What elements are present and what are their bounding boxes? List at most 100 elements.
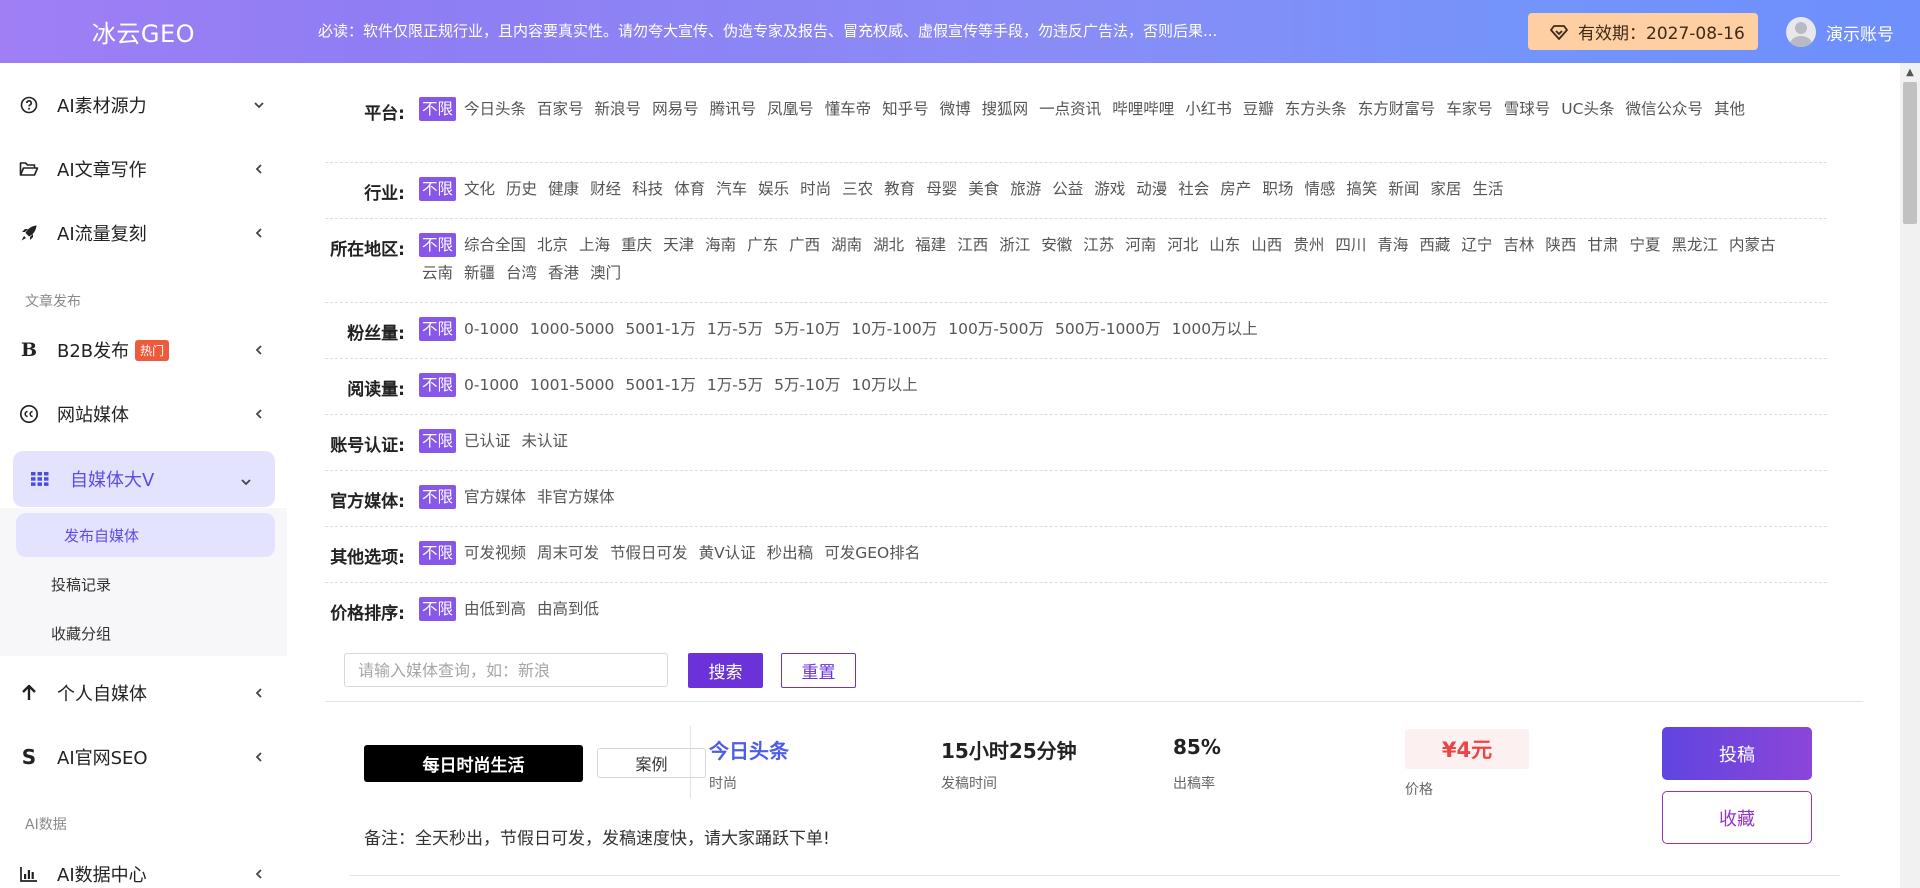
filter-option[interactable]: 历史 — [503, 177, 540, 201]
filter-option[interactable]: 5万-10万 — [771, 373, 843, 397]
filter-option[interactable]: 湖北 — [870, 233, 907, 257]
filter-option-selected[interactable]: 不限 — [419, 485, 457, 509]
filter-option[interactable]: 微信公众号 — [1622, 97, 1706, 121]
filter-option[interactable]: 周末可发 — [534, 541, 602, 565]
filter-option[interactable]: 情感 — [1301, 177, 1338, 201]
sidebar-item-personal-media[interactable]: 个人自媒体 — [0, 661, 287, 725]
filter-option[interactable]: 1000-5000 — [527, 317, 618, 341]
filter-option[interactable]: 上海 — [576, 233, 613, 257]
filter-option[interactable]: 科技 — [629, 177, 666, 201]
filter-option[interactable]: 东方财富号 — [1355, 97, 1439, 121]
filter-option[interactable]: 雪球号 — [1501, 97, 1554, 121]
filter-option[interactable]: 吉林 — [1500, 233, 1537, 257]
filter-option[interactable]: 其他 — [1711, 97, 1748, 121]
filter-option[interactable]: 河北 — [1164, 233, 1201, 257]
filter-option[interactable]: 江苏 — [1080, 233, 1117, 257]
filter-option[interactable]: 车家号 — [1443, 97, 1496, 121]
filter-option[interactable]: 综合全国 — [461, 233, 529, 257]
filter-option[interactable]: 10万-100万 — [848, 317, 940, 341]
filter-option[interactable]: 文化 — [461, 177, 498, 201]
filter-option[interactable]: 重庆 — [618, 233, 655, 257]
filter-option[interactable]: 新疆 — [461, 261, 498, 285]
filter-option[interactable]: 5001-1万 — [622, 373, 698, 397]
filter-option[interactable]: 青海 — [1374, 233, 1411, 257]
filter-option[interactable]: 房产 — [1217, 177, 1254, 201]
filter-option[interactable]: 5万-10万 — [771, 317, 843, 341]
filter-option[interactable]: 健康 — [545, 177, 582, 201]
scroll-thumb[interactable] — [1903, 82, 1917, 224]
submenu-item-favorites[interactable]: 收藏分组 — [51, 623, 111, 644]
filter-option[interactable]: 黄V认证 — [696, 541, 759, 565]
filter-option[interactable]: 广东 — [744, 233, 781, 257]
filter-option[interactable]: 福建 — [912, 233, 949, 257]
filter-option[interactable]: 秒出稿 — [764, 541, 817, 565]
filter-option[interactable]: 知乎号 — [879, 97, 932, 121]
filter-option[interactable]: 哔哩哔哩 — [1109, 97, 1177, 121]
filter-option[interactable]: 教育 — [881, 177, 918, 201]
filter-option[interactable]: 凤凰号 — [764, 97, 817, 121]
filter-option[interactable]: 可发视频 — [461, 541, 529, 565]
filter-option[interactable]: 黑龙江 — [1668, 233, 1721, 257]
filter-option[interactable]: 小红书 — [1182, 97, 1235, 121]
sidebar-item-ai-material[interactable]: AI素材源力 — [0, 73, 287, 137]
filter-option-selected[interactable]: 不限 — [419, 97, 457, 121]
filter-option[interactable]: 搜狐网 — [979, 97, 1032, 121]
filter-option[interactable]: 新浪号 — [592, 97, 645, 121]
filter-option[interactable]: 江西 — [954, 233, 991, 257]
filter-option[interactable]: 1000万以上 — [1169, 317, 1261, 341]
filter-option[interactable]: 山东 — [1206, 233, 1243, 257]
filter-option[interactable]: 可发GEO排名 — [821, 541, 923, 565]
filter-option[interactable]: 一点资讯 — [1036, 97, 1104, 121]
submenu-item-submissions[interactable]: 投稿记录 — [51, 574, 111, 595]
filter-option[interactable]: 1001-5000 — [527, 373, 618, 397]
sidebar-item-seo[interactable]: S AI官网SEO — [0, 725, 287, 789]
filter-option[interactable]: 宁夏 — [1626, 233, 1663, 257]
page-scrollbar[interactable]: ▲ — [1900, 63, 1920, 888]
filter-option[interactable]: 新闻 — [1385, 177, 1422, 201]
submenu-item-publish-self-media[interactable] — [16, 513, 275, 557]
account-menu[interactable]: 演示账号 — [1786, 16, 1894, 48]
filter-option[interactable]: 懂车帝 — [822, 97, 875, 121]
filter-option[interactable]: 家居 — [1427, 177, 1464, 201]
filter-option[interactable]: 生活 — [1469, 177, 1506, 201]
filter-option[interactable]: 汽车 — [713, 177, 750, 201]
filter-option[interactable]: 东方头条 — [1282, 97, 1350, 121]
filter-option-selected[interactable]: 不限 — [419, 177, 457, 201]
sidebar-item-self-media[interactable]: 自媒体大V — [13, 451, 275, 507]
favorite-button[interactable]: 收藏 — [1662, 791, 1812, 844]
filter-option[interactable]: 天津 — [660, 233, 697, 257]
filter-option[interactable]: 财经 — [587, 177, 624, 201]
filter-option[interactable]: 娱乐 — [755, 177, 792, 201]
filter-option[interactable]: 北京 — [534, 233, 571, 257]
filter-option[interactable]: 安徽 — [1038, 233, 1075, 257]
filter-option-selected[interactable]: 不限 — [419, 541, 457, 565]
filter-option-selected[interactable]: 不限 — [419, 317, 457, 341]
filter-option[interactable]: 豆瓣 — [1240, 97, 1277, 121]
filter-option[interactable]: 台湾 — [503, 261, 540, 285]
filter-option[interactable]: 10万以上 — [848, 373, 920, 397]
filter-option[interactable]: 西藏 — [1416, 233, 1453, 257]
filter-option[interactable]: 未认证 — [519, 429, 572, 453]
filter-option[interactable]: 微博 — [937, 97, 974, 121]
filter-option[interactable]: 搞笑 — [1343, 177, 1380, 201]
filter-option-selected[interactable]: 不限 — [419, 233, 457, 257]
search-button[interactable]: 搜索 — [688, 653, 763, 688]
filter-option[interactable]: 广西 — [786, 233, 823, 257]
filter-option[interactable]: 今日头条 — [461, 97, 529, 121]
filter-option[interactable]: 澳门 — [587, 261, 624, 285]
filter-option[interactable]: 浙江 — [996, 233, 1033, 257]
media-search-input[interactable] — [344, 653, 668, 687]
sidebar-item-ai-traffic[interactable]: AI流量复刻 — [0, 201, 287, 265]
filter-option[interactable]: 旅游 — [1007, 177, 1044, 201]
filter-option[interactable]: 1万-5万 — [704, 373, 766, 397]
filter-option[interactable]: 由低到高 — [461, 597, 529, 621]
filter-option[interactable]: 已认证 — [461, 429, 514, 453]
filter-option[interactable]: 游戏 — [1091, 177, 1128, 201]
filter-option[interactable]: 香港 — [545, 261, 582, 285]
filter-option[interactable]: 内蒙古 — [1726, 233, 1779, 257]
filter-option[interactable]: 腾讯号 — [707, 97, 760, 121]
filter-option[interactable]: 非官方媒体 — [534, 485, 618, 509]
filter-option[interactable]: 湖南 — [828, 233, 865, 257]
sidebar-item-ai-writing[interactable]: AI文章写作 — [0, 137, 287, 201]
filter-option-selected[interactable]: 不限 — [419, 597, 457, 621]
